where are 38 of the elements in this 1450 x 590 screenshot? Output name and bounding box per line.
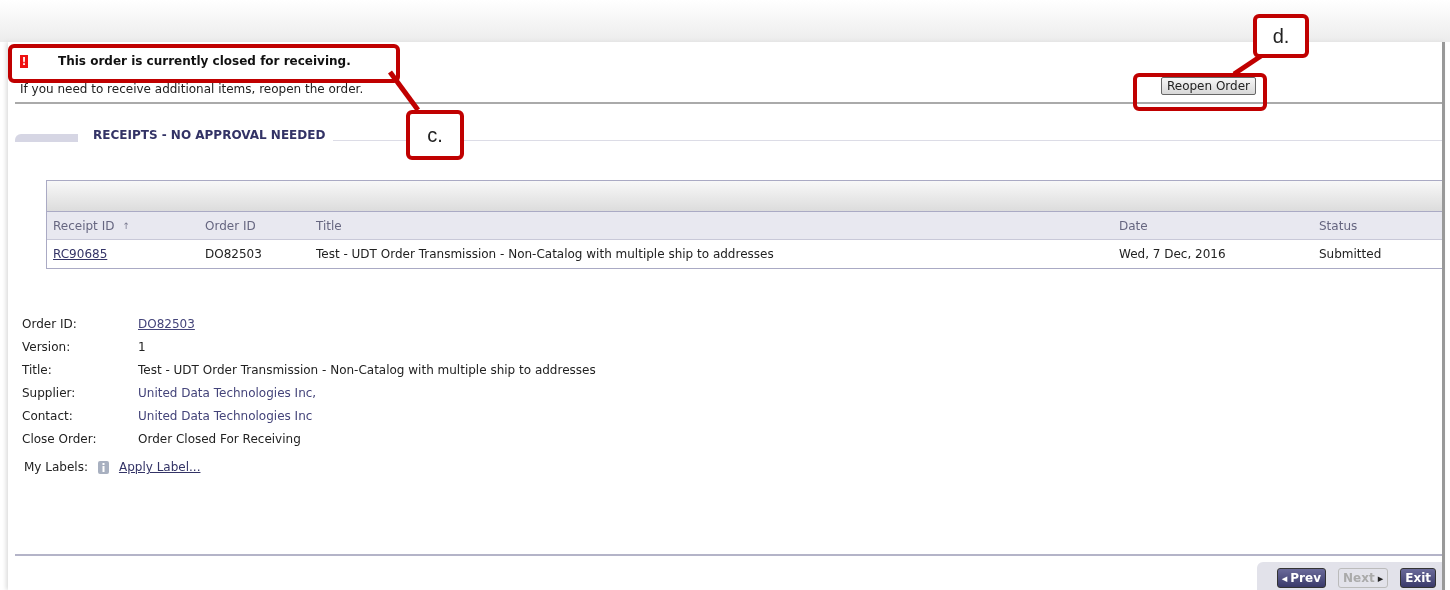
- field-value: United Data Technologies Inc: [138, 409, 314, 423]
- alert-hint: If you need to receive additional items, reopen the order.: [20, 82, 364, 96]
- column-header[interactable]: Status: [1313, 212, 1442, 240]
- field-label: Close Order:: [22, 432, 98, 446]
- nav-button[interactable]: ◂ Prev: [1276, 568, 1326, 588]
- column-header[interactable]: Title: [310, 212, 1113, 240]
- field-value: 1: [138, 340, 147, 354]
- table-cell-text: Test - UDT Order Transmission - Non-Catalog with multiple ship to addresses: [315, 246, 775, 263]
- alert-message: This order is currently closed for receiving.: [58, 54, 351, 68]
- field-value: United Data Technologies Inc,: [138, 386, 318, 400]
- sort-arrow-icon: ↑: [122, 220, 130, 231]
- field-label: Contact:: [22, 409, 74, 423]
- field-value: Test - UDT Order Transmission - Non-Catalog with multiple ship to addresses: [138, 363, 597, 377]
- left-arrow-icon: ◂: [1281, 571, 1288, 585]
- nav-button[interactable]: Exit: [1400, 568, 1436, 588]
- right-arrow-icon: ▸: [1377, 571, 1384, 585]
- field-label: My Labels:: [24, 460, 88, 474]
- column-header[interactable]: Receipt ID ↑: [47, 212, 199, 240]
- callout-label: c.: [406, 110, 464, 160]
- table-cell-text: Wed, 7 Dec, 2016: [1118, 246, 1227, 263]
- leader-line: [388, 70, 420, 112]
- info-icon[interactable]: [97, 460, 109, 474]
- section-title: RECEIPTS - NO APPROVAL NEEDED: [93, 128, 326, 142]
- callout-label: d.: [1253, 14, 1309, 58]
- column-header[interactable]: Order ID: [199, 212, 310, 240]
- field-label: Supplier:: [22, 386, 77, 400]
- alert-icon: !: [20, 54, 28, 68]
- column-header[interactable]: Date: [1113, 212, 1313, 240]
- field-value: Order Closed For Receiving: [138, 432, 302, 446]
- receipt-link[interactable]: RC90685: [53, 247, 108, 261]
- field-label: Order ID:: [22, 317, 78, 331]
- table-cell-text: DO82503: [204, 246, 263, 263]
- table-cell-text: Submitted: [1318, 246, 1383, 263]
- field-label: Title:: [22, 363, 53, 377]
- order-link[interactable]: DO82503: [138, 317, 1442, 331]
- field-label: Version:: [22, 340, 72, 354]
- apply-label-link[interactable]: Apply Label...: [118, 460, 201, 474]
- reopen-order-button[interactable]: Reopen Order: [1160, 77, 1256, 95]
